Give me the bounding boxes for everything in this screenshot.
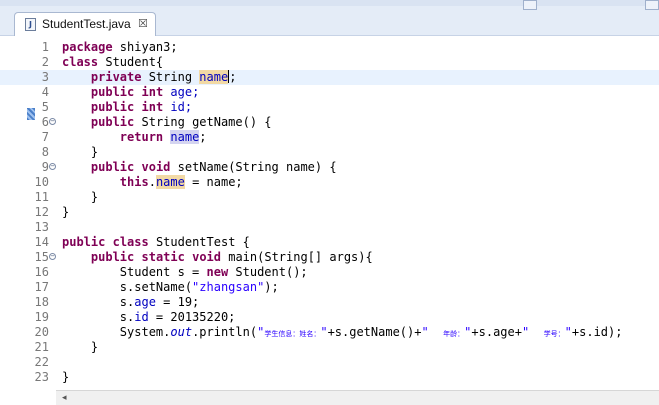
line-number: 18 — [34, 295, 49, 309]
code-line-9[interactable]: public void setName(String name) { — [62, 160, 337, 175]
line-number: 1 — [41, 40, 49, 54]
editor-line-row: 12 — [0, 205, 659, 220]
name-field-occurrence: name — [199, 70, 229, 84]
editor-line-row: 11 — [0, 190, 659, 205]
code-line-5[interactable]: public int id; — [62, 100, 192, 115]
editor-line-row: 23 — [0, 370, 659, 385]
code-line-14[interactable]: public class StudentTest { — [62, 235, 250, 250]
code-line-7[interactable]: return name; — [62, 130, 207, 145]
line-number: 6 — [41, 115, 49, 129]
code-line-10[interactable]: this.name = name; — [62, 175, 243, 190]
line-number: 3 — [41, 70, 49, 84]
minimize-button[interactable] — [523, 0, 537, 10]
fold-toggle-icon[interactable]: − — [49, 118, 56, 125]
close-icon[interactable]: ☒ — [138, 17, 148, 30]
code-line-15[interactable]: public static void main(String[] args){ — [62, 250, 373, 265]
line-number: 12 — [34, 205, 49, 219]
line-number: 10 — [34, 175, 49, 189]
code-line-18[interactable]: s.age = 19; — [62, 295, 200, 310]
editor-line-row: 8 — [0, 145, 659, 160]
line-number: 16 — [34, 265, 49, 279]
line-number: 17 — [34, 280, 49, 294]
line-number: 22 — [34, 355, 49, 369]
line-number: 5 — [41, 100, 49, 114]
line-number: 7 — [41, 130, 49, 144]
code-line-20[interactable]: System.out.println("学生信息：姓名："+s.getName(… — [62, 325, 623, 342]
line-number: 8 — [41, 145, 49, 159]
code-line-3[interactable]: private String name; — [62, 70, 236, 85]
tab-studenttest-java[interactable]: J StudentTest.java ☒ — [14, 12, 156, 36]
line-number: 4 — [41, 85, 49, 99]
toolbar-strip — [0, 0, 659, 6]
code-line-16[interactable]: Student s = new Student(); — [62, 265, 308, 280]
scroll-left-arrow-icon[interactable]: ◂ — [62, 393, 67, 403]
java-file-icon: J — [25, 18, 36, 31]
code-line-21[interactable]: } — [62, 340, 98, 355]
line-number: 13 — [34, 220, 49, 234]
code-line-1[interactable]: package shiyan3; — [62, 40, 178, 55]
line-number: 21 — [34, 340, 49, 354]
editor-line-row: 21 — [0, 340, 659, 355]
line-number: 20 — [34, 325, 49, 339]
editor-tab-bar: J StudentTest.java ☒ — [0, 0, 659, 36]
code-line-17[interactable]: s.setName("zhangsan"); — [62, 280, 279, 295]
code-line-12[interactable]: } — [62, 205, 69, 220]
editor-line-row: 13 — [0, 220, 659, 235]
fold-toggle-icon[interactable]: − — [49, 253, 56, 260]
line-number: 15 — [34, 250, 49, 264]
code-line-4[interactable]: public int age; — [62, 85, 199, 100]
line-number: 19 — [34, 310, 49, 324]
code-line-23[interactable]: } — [62, 370, 69, 385]
code-line-6[interactable]: public String getName() { — [62, 115, 272, 130]
fold-toggle-icon[interactable]: − — [49, 163, 56, 170]
editor-line-row: 22 — [0, 355, 659, 370]
code-editor[interactable]: 1 2 3 4 5 6−7 8 9−10 11 12 13 14 15−16 17 18 19 20 21 22 23… — [0, 36, 659, 405]
line-number: 23 — [34, 370, 49, 384]
line-number: 2 — [41, 55, 49, 69]
maximize-button[interactable] — [645, 0, 659, 10]
code-line-19[interactable]: s.id = 20135220; — [62, 310, 236, 325]
line-number: 11 — [34, 190, 49, 204]
tab-title: StudentTest.java — [42, 17, 131, 31]
code-line-11[interactable]: } — [62, 190, 98, 205]
code-line-8[interactable]: } — [62, 145, 98, 160]
horizontal-scrollbar[interactable]: ◂ — [56, 390, 659, 405]
line-number: 9 — [41, 160, 49, 174]
line-number: 14 — [34, 235, 49, 249]
code-line-2[interactable]: class Student{ — [62, 55, 163, 70]
